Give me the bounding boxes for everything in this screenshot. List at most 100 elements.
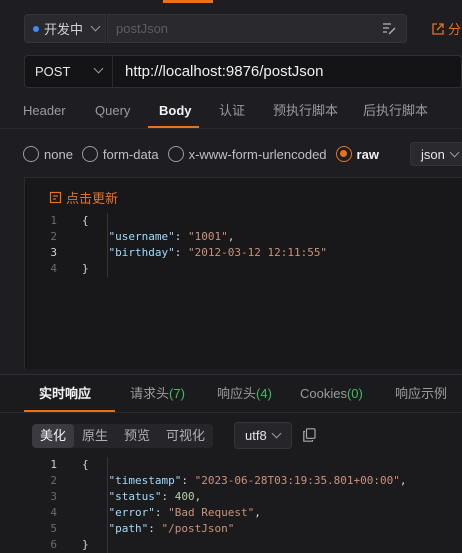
refresh-icon — [49, 191, 62, 204]
code-line: 3 "birthday": "2012-03-12 12:11:55" — [24, 245, 462, 261]
response-tab-request-headers[interactable]: 请求头(7) — [130, 382, 185, 406]
view-mode-raw[interactable]: 原生 — [74, 424, 116, 448]
view-mode-group: 美化 原生 预览 可视化 — [32, 424, 214, 448]
code-line: 3 "status": 400, — [24, 489, 462, 505]
encoding-label: utf8 — [245, 428, 267, 443]
code-token: { — [82, 458, 89, 471]
request-name-input[interactable]: postJson — [107, 14, 407, 43]
tab-pre-script[interactable]: 预执行脚本 — [273, 96, 338, 126]
top-tab-indicator — [163, 0, 213, 3]
code-token: 400 — [174, 490, 195, 503]
response-tab-examples[interactable]: 响应示例 — [395, 382, 447, 406]
body-type-group: none form-data x-www-form-urlencoded raw — [23, 143, 388, 165]
code-line: 1{ — [24, 457, 462, 473]
code-token: , — [194, 490, 202, 503]
code-text: "path": "/postJson" — [57, 521, 235, 537]
body-type-form-data[interactable]: form-data — [81, 146, 159, 162]
code-token: "status" — [108, 490, 162, 503]
code-line: 1{ — [24, 213, 462, 229]
refresh-button[interactable]: 点击更新 — [49, 188, 118, 207]
line-number: 6 — [50, 538, 57, 551]
response-tab-cookies[interactable]: Cookies(0) — [300, 382, 363, 406]
code-token: , — [254, 506, 261, 519]
chevron-down-icon — [93, 63, 104, 74]
radio-icon — [167, 146, 184, 162]
body-type-label: form-data — [102, 146, 159, 162]
line-number: 1 — [50, 214, 57, 227]
code-token: "2012-03-12 12:11:55" — [187, 246, 328, 259]
line-number: 4 — [50, 506, 57, 519]
url-bar: POST http://localhost:9876/postJson — [24, 55, 462, 88]
tab-query[interactable]: Query — [95, 96, 130, 126]
code-token: , — [227, 230, 235, 243]
line-number: 5 — [50, 522, 57, 535]
code-token: : — [161, 490, 175, 503]
view-mode-preview[interactable]: 预览 — [116, 424, 158, 448]
body-type-raw[interactable]: raw — [335, 146, 379, 162]
method-select[interactable]: POST — [25, 56, 113, 87]
radio-icon — [23, 146, 39, 162]
raw-format-label: json — [421, 146, 445, 162]
body-type-urlencoded[interactable]: x-www-form-urlencoded — [167, 146, 327, 162]
count-badge: (4) — [256, 386, 272, 401]
code-token: "/postJson" — [161, 522, 235, 535]
tab-auth[interactable]: 认证 — [219, 96, 245, 126]
code-line: 4} — [24, 261, 462, 277]
response-body-code[interactable]: 1{2 "timestamp": "2023-06-28T03:19:35.80… — [24, 457, 462, 553]
code-text: { — [57, 457, 89, 473]
code-token: "path" — [108, 522, 149, 535]
view-mode-pretty[interactable]: 美化 — [32, 424, 75, 448]
code-token: : — [154, 506, 169, 519]
environment-select[interactable]: 开发中 — [24, 14, 106, 43]
tab-post-script[interactable]: 后执行脚本 — [363, 96, 428, 126]
request-body-code[interactable]: 1{2 "username": "1001", 3 "birthday": "20… — [24, 213, 462, 277]
raw-format-select[interactable]: json — [410, 142, 462, 166]
line-number: 4 — [50, 262, 57, 275]
view-mode-visualize[interactable]: 可视化 — [158, 424, 213, 448]
tab-label: Cookies — [300, 386, 347, 401]
share-icon — [432, 22, 444, 35]
code-token: { — [82, 214, 89, 227]
code-token: : — [148, 522, 162, 535]
code-line: 4 "error": "Bad Request", — [24, 505, 462, 521]
environment-label: 开发中 — [44, 22, 84, 37]
body-type-label: x-www-form-urlencoded — [188, 146, 327, 162]
tab-label: 响应头 — [217, 386, 257, 401]
line-number: 3 — [50, 246, 57, 259]
response-tab-live[interactable]: 实时响应 — [39, 382, 91, 406]
code-token: : — [181, 474, 195, 487]
line-number: 1 — [50, 458, 57, 471]
code-line: 5 "path": "/postJson" — [24, 521, 462, 537]
edit-icon[interactable] — [382, 22, 396, 35]
refresh-label: 点击更新 — [66, 191, 119, 206]
method-label: POST — [35, 64, 71, 79]
code-text: { — [57, 213, 89, 229]
encoding-select[interactable]: utf8 — [234, 422, 292, 449]
code-token: "timestamp" — [108, 474, 182, 487]
response-divider[interactable] — [0, 374, 462, 375]
count-badge: (7) — [169, 386, 185, 401]
copy-icon[interactable] — [303, 428, 316, 442]
tab-header[interactable]: Header — [23, 96, 66, 126]
line-number: 3 — [50, 490, 57, 503]
body-type-none[interactable]: none — [23, 146, 73, 162]
body-type-label: raw — [356, 146, 379, 162]
environment-status-dot — [33, 25, 39, 32]
tabs-divider — [0, 128, 462, 129]
url-input[interactable]: http://localhost:9876/postJson — [113, 63, 323, 80]
code-token: "error" — [108, 506, 155, 519]
code-text: } — [57, 537, 89, 553]
chevron-down-icon — [449, 147, 460, 157]
response-tabs-divider — [0, 412, 462, 413]
count-badge: (0) — [346, 386, 363, 401]
code-token: "username" — [108, 230, 175, 243]
code-token: "2023-06-28T03:19:35.801+00:00" — [194, 474, 400, 487]
code-token: "1001" — [187, 230, 228, 243]
code-line: 2 "timestamp": "2023-06-28T03:19:35.801+… — [24, 473, 462, 489]
code-token: "Bad Request" — [168, 506, 255, 519]
code-token: } — [82, 262, 89, 275]
tab-body[interactable]: Body — [159, 96, 192, 126]
code-line: 6} — [24, 537, 462, 553]
response-tab-response-headers[interactable]: 响应头(4) — [217, 382, 272, 406]
share-button[interactable]: 分 — [432, 14, 461, 43]
